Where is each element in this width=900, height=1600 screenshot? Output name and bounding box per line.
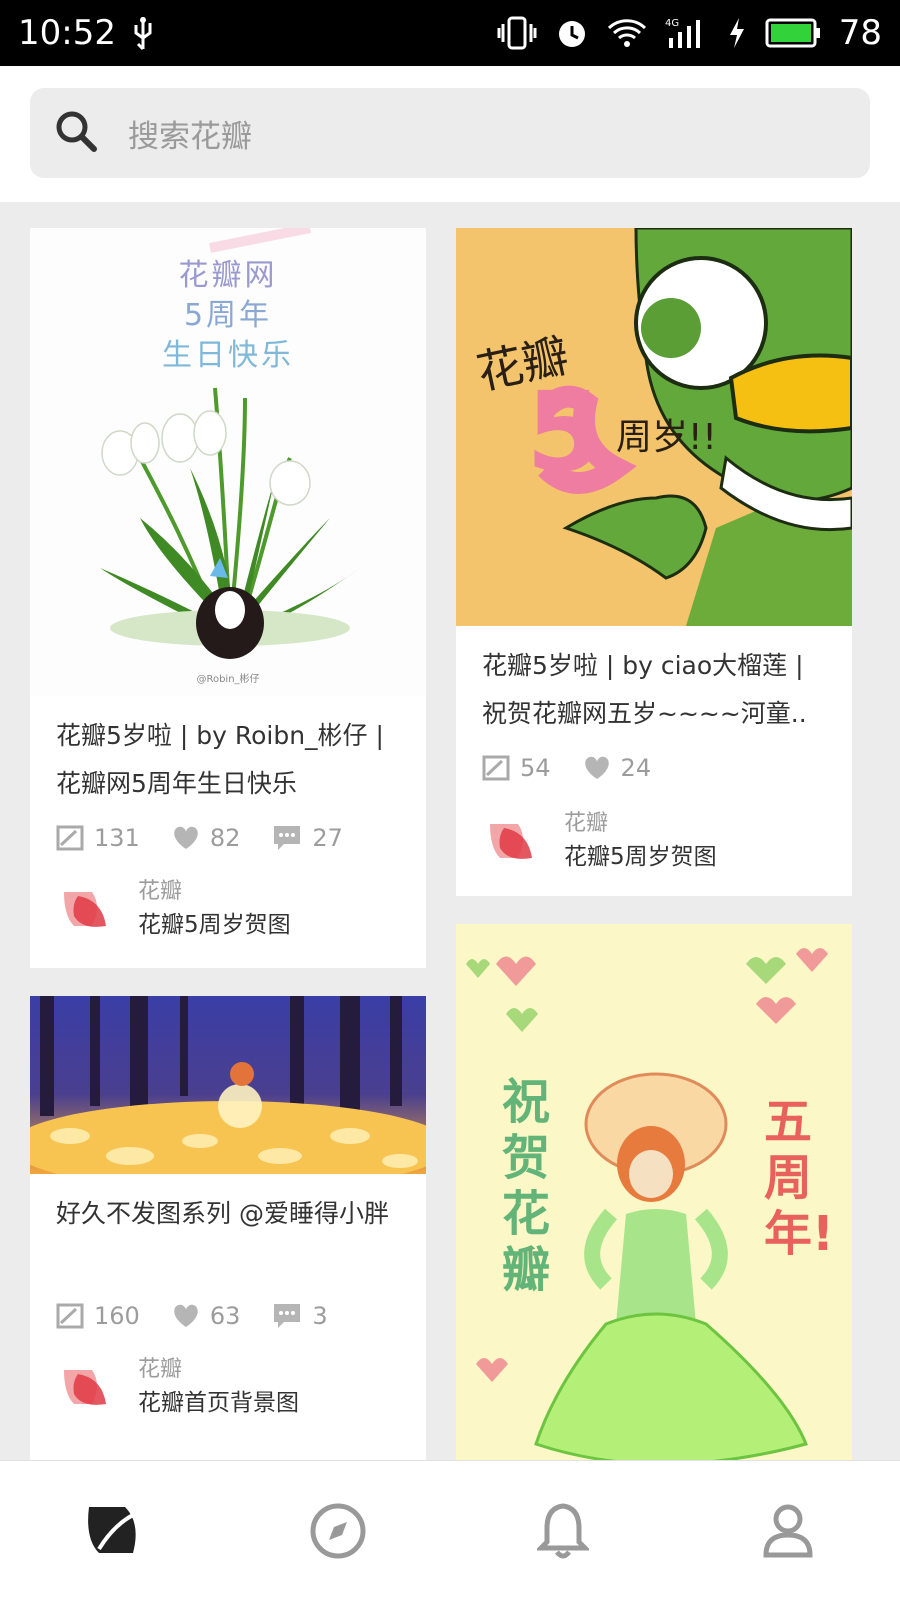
bell-icon [536,1502,589,1558]
image-caption-line: 周岁!! [616,417,717,458]
repin-icon [482,755,510,781]
board-owner: 花瓣 [138,1357,183,1382]
charging-icon [727,16,747,50]
bottom-nav [0,1460,900,1600]
pin-title[interactable]: 好久不发图系列 @爱睡得小胖 [56,1190,406,1238]
board-link[interactable]: 花瓣 花瓣5周岁贺图 [62,876,291,942]
comment-stat[interactable]: 27 [272,824,343,852]
status-time: 10:52 [18,13,116,53]
image-credit: @Robin_彬仔 [196,674,260,685]
battery-level: 78 [838,13,882,53]
huaban-logo-icon [490,824,532,859]
nav-profile[interactable] [748,1491,828,1571]
like-count: 63 [209,1302,241,1330]
pin-card[interactable]: 花瓣 5 周岁!! 花瓣5岁啦 | by ciao大榴莲 | 祝贺花瓣网五岁~~… [456,228,852,896]
search-icon [54,109,98,157]
status-bar: 10:52 4G 78 [0,0,900,66]
image-caption-line: 五周年! [764,1094,834,1262]
pin-title[interactable]: 花瓣5岁啦 | by ciao大榴莲 | 祝贺花瓣网五岁~~~~河童.. [482,642,832,738]
nav-notifications[interactable] [523,1491,603,1571]
signal-icon: 4G [665,16,709,50]
like-count: 82 [209,824,241,852]
battery-icon [765,18,821,48]
pin-image[interactable]: 花瓣 5 周岁!! [456,228,852,626]
svg-text:4G: 4G [665,18,679,29]
wifi-icon [607,16,647,50]
image-caption-line: 祝贺花瓣 [502,1074,551,1298]
comment-count: 27 [312,824,343,852]
person-icon [762,1504,813,1557]
comment-count: 3 [312,1302,328,1330]
pin-image[interactable]: 祝贺花瓣 五周年! [456,924,852,1460]
heart-icon [584,756,609,779]
pin-stats: 160 63 3 [56,1302,360,1330]
board-name: 花瓣5周岁贺图 [138,912,291,938]
like-stat[interactable]: 24 [583,754,652,782]
repin-icon [56,825,84,851]
heart-icon [174,826,198,849]
alarm-icon [555,16,589,50]
board-link[interactable]: 花瓣 花瓣首页背景图 [62,1354,299,1420]
nav-explore[interactable] [298,1491,378,1571]
repin-stat[interactable]: 54 [482,754,551,782]
image-caption-line: 5周年 [183,298,273,333]
search-area: 搜索花瓣 [0,66,900,202]
pin-card[interactable]: 好久不发图系列 @爱睡得小胖 160 63 3 花瓣 花瓣首页背景图 [30,996,426,1460]
board-link[interactable]: 花瓣 花瓣5周岁贺图 [488,808,717,874]
image-caption-line: 花瓣网 [178,258,278,293]
like-stat[interactable]: 63 [172,1302,241,1330]
repin-count: 131 [94,824,140,852]
pin-image[interactable] [30,996,426,1174]
pin-stats: 131 82 27 [56,824,375,852]
huaban-logo-icon [64,892,106,927]
board-owner: 花瓣 [564,811,609,836]
repin-stat[interactable]: 131 [56,824,140,852]
comment-icon [274,1304,301,1328]
repin-icon [56,1303,84,1329]
search-placeholder: 搜索花瓣 [128,118,252,155]
like-count: 24 [620,754,652,782]
huaban-logo-icon [64,1370,106,1405]
board-name: 花瓣5周岁贺图 [564,844,717,870]
pin-image[interactable]: 花瓣网 5周年 生日快乐 @Robin_彬仔 [30,228,426,696]
pin-feed[interactable]: 花瓣网 5周年 生日快乐 @Robin_彬仔 花瓣5岁啦 | by Roibn_… [0,202,900,1460]
image-caption-line: 生日快乐 [162,338,294,373]
pin-card[interactable]: 花瓣网 5周年 生日快乐 @Robin_彬仔 花瓣5岁啦 | by Roibn_… [30,228,426,968]
board-owner: 花瓣 [138,879,183,904]
comment-icon [274,826,301,850]
like-stat[interactable]: 82 [172,824,241,852]
usb-icon [130,15,156,51]
board-name: 花瓣首页背景图 [138,1390,299,1416]
repin-count: 54 [520,754,551,782]
pin-stats: 54 24 [482,754,683,782]
pin-title[interactable]: 花瓣5岁啦 | by Roibn_彬仔 | 花瓣网5周年生日快乐 [56,712,406,808]
compass-icon [310,1503,365,1558]
home-icon [87,1506,138,1553]
vibrate-icon [497,16,537,50]
search-input[interactable]: 搜索花瓣 [30,88,870,178]
heart-icon [174,1304,198,1327]
comment-stat[interactable]: 3 [272,1302,328,1330]
image-caption-line: 5 [526,368,603,496]
nav-home[interactable] [73,1491,153,1571]
pin-card[interactable]: 祝贺花瓣 五周年! [456,924,852,1460]
repin-stat[interactable]: 160 [56,1302,140,1330]
repin-count: 160 [94,1302,140,1330]
